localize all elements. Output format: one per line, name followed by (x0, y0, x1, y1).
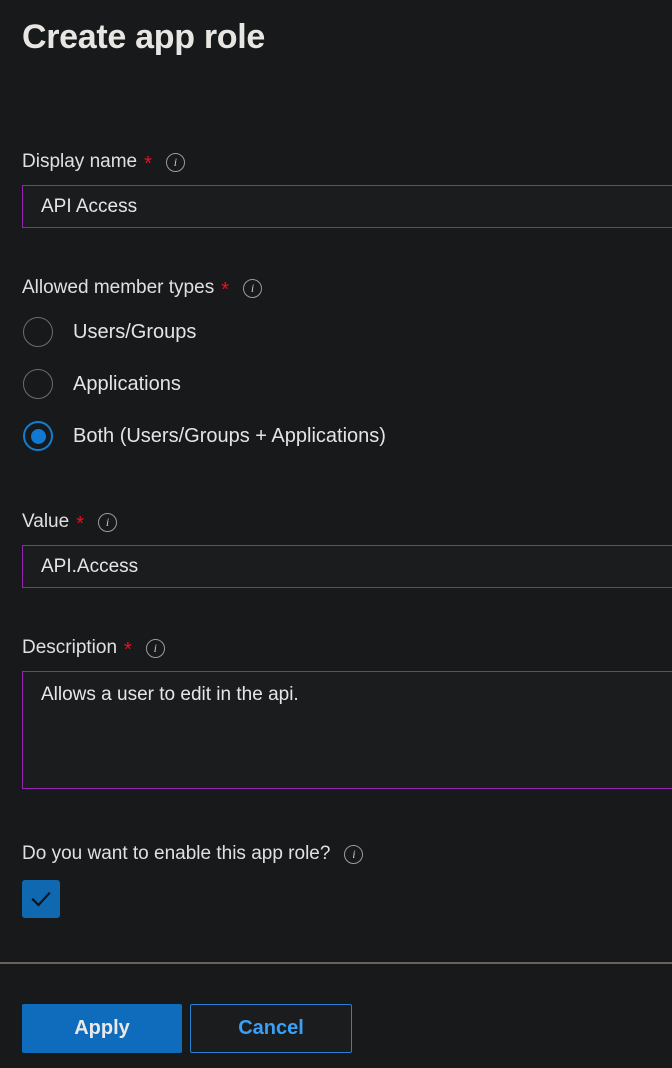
form-body: Display name * i Allowed member types * … (0, 150, 672, 962)
description-textarea[interactable]: Allows a user to edit in the api. (22, 671, 672, 789)
apply-button[interactable]: Apply (22, 1004, 182, 1053)
enable-app-role-checkbox-row (22, 880, 672, 918)
radio-mark (23, 369, 53, 399)
value-label: Value * i (22, 510, 672, 534)
enable-app-role-label: Do you want to enable this app role? i (22, 842, 672, 866)
radio-option-label: Both (Users/Groups + Applications) (73, 424, 386, 447)
info-icon[interactable]: i (344, 844, 364, 864)
field-value: Value * i (22, 510, 672, 588)
value-input[interactable] (22, 545, 672, 588)
enable-app-role-label-text: Do you want to enable this app role? (22, 843, 331, 864)
cancel-button[interactable]: Cancel (190, 1004, 352, 1053)
page-title: Create app role (22, 18, 266, 56)
radio-mark (23, 317, 53, 347)
field-allowed-member-types: Allowed member types * i Users/Groups Ap… (22, 276, 672, 462)
field-description: Description * i Allows a user to edit in… (22, 636, 672, 789)
footer-actions: Apply Cancel (0, 964, 672, 1068)
info-icon[interactable]: i (243, 278, 262, 298)
info-icon[interactable]: i (145, 638, 165, 658)
checkmark-icon (31, 891, 51, 907)
radio-option-label: Users/Groups (73, 320, 197, 343)
info-icon[interactable]: i (97, 512, 117, 532)
field-display-name: Display name * i (22, 150, 672, 228)
description-label: Description * i (22, 636, 672, 660)
radio-option-both[interactable]: Both (Users/Groups + Applications) (22, 410, 672, 462)
allowed-member-types-label: Allowed member types * i (22, 276, 672, 300)
radio-mark-selected (23, 421, 53, 451)
allowed-member-types-label-text: Allowed member types (22, 277, 215, 298)
display-name-label: Display name * i (22, 150, 672, 174)
required-asterisk: * (76, 513, 84, 535)
required-asterisk: * (221, 279, 229, 301)
info-icon[interactable]: i (165, 152, 185, 172)
create-app-role-panel: Create app role Display name * i Allowed… (0, 0, 672, 1068)
radio-option-label: Applications (73, 372, 181, 395)
description-label-text: Description (22, 637, 118, 658)
value-label-text: Value (22, 511, 70, 532)
radio-option-users-groups[interactable]: Users/Groups (22, 306, 672, 358)
enable-app-role-checkbox[interactable] (22, 880, 60, 918)
required-asterisk: * (124, 639, 132, 661)
required-asterisk: * (144, 153, 152, 175)
display-name-input[interactable] (22, 185, 672, 228)
radio-option-applications[interactable]: Applications (22, 358, 672, 410)
display-name-label-text: Display name (22, 151, 138, 172)
field-enable-app-role: Do you want to enable this app role? i (22, 842, 672, 918)
allowed-member-types-radio-group: Users/Groups Applications Both (Users/Gr… (22, 306, 672, 462)
